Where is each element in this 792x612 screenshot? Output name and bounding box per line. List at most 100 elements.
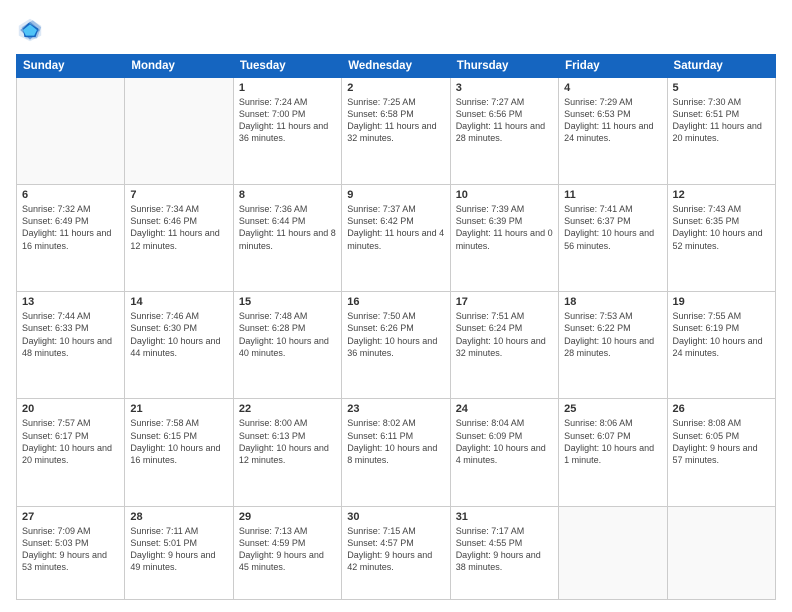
day-info: Daylight: 11 hours and 4 minutes. xyxy=(347,227,444,251)
day-header-thursday: Thursday xyxy=(450,55,558,78)
day-info: Daylight: 9 hours and 38 minutes. xyxy=(456,549,553,573)
day-info: Sunrise: 7:17 AM xyxy=(456,525,553,537)
day-info: Daylight: 10 hours and 24 minutes. xyxy=(673,335,770,359)
day-number: 16 xyxy=(347,296,444,308)
day-number: 6 xyxy=(22,189,119,201)
day-info: Sunset: 7:00 PM xyxy=(239,108,336,120)
day-number: 30 xyxy=(347,511,444,523)
day-number: 4 xyxy=(564,82,661,94)
logo-icon xyxy=(16,16,44,44)
day-number: 5 xyxy=(673,82,770,94)
day-info: Daylight: 10 hours and 8 minutes. xyxy=(347,442,444,466)
calendar-table: SundayMondayTuesdayWednesdayThursdayFrid… xyxy=(16,54,776,600)
week-row-3: 13Sunrise: 7:44 AMSunset: 6:33 PMDayligh… xyxy=(17,292,776,399)
day-header-sunday: Sunday xyxy=(17,55,125,78)
day-info: Sunset: 6:42 PM xyxy=(347,215,444,227)
day-number: 15 xyxy=(239,296,336,308)
day-info: Sunset: 4:59 PM xyxy=(239,537,336,549)
day-info: Daylight: 9 hours and 53 minutes. xyxy=(22,549,119,573)
day-info: Sunrise: 7:32 AM xyxy=(22,203,119,215)
day-number: 21 xyxy=(130,403,227,415)
day-info: Sunset: 6:58 PM xyxy=(347,108,444,120)
calendar-cell: 8Sunrise: 7:36 AMSunset: 6:44 PMDaylight… xyxy=(233,185,341,292)
calendar-cell: 17Sunrise: 7:51 AMSunset: 6:24 PMDayligh… xyxy=(450,292,558,399)
calendar-cell: 31 Sunrise: 7:17 AMSunset: 4:55 PMDayligh… xyxy=(450,506,558,600)
calendar-cell xyxy=(667,506,775,600)
day-info: Daylight: 10 hours and 1 minute. xyxy=(564,442,661,466)
calendar-cell: 23Sunrise: 8:02 AMSunset: 6:11 PMDayligh… xyxy=(342,399,450,506)
calendar-cell: 21Sunrise: 7:58 AMSunset: 6:15 PMDayligh… xyxy=(125,399,233,506)
calendar-cell: 9 Sunrise: 7:37 AMSunset: 6:42 PMDaylight… xyxy=(342,185,450,292)
day-number: 26 xyxy=(673,403,770,415)
page: SundayMondayTuesdayWednesdayThursdayFrid… xyxy=(0,0,792,612)
calendar-cell xyxy=(17,78,125,185)
day-info: Sunrise: 7:50 AM xyxy=(347,310,444,322)
day-info: Sunrise: 7:30 AM xyxy=(673,96,770,108)
day-info: Sunrise: 7:11 AM xyxy=(130,525,227,537)
day-info: Daylight: 9 hours and 42 minutes. xyxy=(347,549,444,573)
day-info: Sunrise: 7:37 AM xyxy=(347,203,444,215)
day-number: 12 xyxy=(673,189,770,201)
day-info: Sunrise: 7:46 AM xyxy=(130,310,227,322)
calendar-cell: 14Sunrise: 7:46 AMSunset: 6:30 PMDayligh… xyxy=(125,292,233,399)
day-info: Daylight: 11 hours and 24 minutes. xyxy=(564,120,661,144)
day-info: Daylight: 9 hours and 57 minutes. xyxy=(673,442,770,466)
day-info: Sunrise: 7:41 AM xyxy=(564,203,661,215)
calendar-cell: 4Sunrise: 7:29 AMSunset: 6:53 PMDaylight… xyxy=(559,78,667,185)
day-number: 10 xyxy=(456,189,553,201)
day-info: Daylight: 9 hours and 49 minutes. xyxy=(130,549,227,573)
calendar-cell: 28 Sunrise: 7:11 AMSunset: 5:01 PMDayligh… xyxy=(125,506,233,600)
day-info: Daylight: 11 hours and 32 minutes. xyxy=(347,120,444,144)
calendar-cell: 16Sunrise: 7:50 AMSunset: 6:26 PMDayligh… xyxy=(342,292,450,399)
day-info: Sunset: 6:09 PM xyxy=(456,430,553,442)
day-info: Sunset: 6:56 PM xyxy=(456,108,553,120)
day-info: Sunrise: 7:15 AM xyxy=(347,525,444,537)
day-number: 31 xyxy=(456,511,553,523)
calendar-cell xyxy=(559,506,667,600)
day-info: Daylight: 11 hours and 0 minutes. xyxy=(456,227,553,251)
calendar-cell: 10Sunrise: 7:39 AMSunset: 6:39 PMDayligh… xyxy=(450,185,558,292)
day-info: Sunset: 5:01 PM xyxy=(130,537,227,549)
day-number: 29 xyxy=(239,511,336,523)
calendar-cell xyxy=(125,78,233,185)
day-info: Sunrise: 7:34 AM xyxy=(130,203,227,215)
day-number: 9 xyxy=(347,189,444,201)
day-info: Sunrise: 7:55 AM xyxy=(673,310,770,322)
day-number: 20 xyxy=(22,403,119,415)
day-header-friday: Friday xyxy=(559,55,667,78)
day-info: Sunset: 6:19 PM xyxy=(673,322,770,334)
calendar-cell: 20Sunrise: 7:57 AMSunset: 6:17 PMDayligh… xyxy=(17,399,125,506)
day-info: Sunset: 5:03 PM xyxy=(22,537,119,549)
day-info: Sunrise: 7:36 AM xyxy=(239,203,336,215)
calendar-cell: 18Sunrise: 7:53 AMSunset: 6:22 PMDayligh… xyxy=(559,292,667,399)
day-info: Sunset: 6:26 PM xyxy=(347,322,444,334)
day-info: Daylight: 11 hours and 20 minutes. xyxy=(673,120,770,144)
day-info: Sunset: 6:53 PM xyxy=(564,108,661,120)
day-number: 22 xyxy=(239,403,336,415)
day-info: Sunrise: 7:39 AM xyxy=(456,203,553,215)
day-info: Sunset: 6:22 PM xyxy=(564,322,661,334)
day-info: Daylight: 11 hours and 36 minutes. xyxy=(239,120,336,144)
calendar-cell: 24Sunrise: 8:04 AMSunset: 6:09 PMDayligh… xyxy=(450,399,558,506)
day-header-saturday: Saturday xyxy=(667,55,775,78)
day-info: Sunrise: 7:44 AM xyxy=(22,310,119,322)
day-info: Daylight: 10 hours and 12 minutes. xyxy=(239,442,336,466)
header-row: SundayMondayTuesdayWednesdayThursdayFrid… xyxy=(17,55,776,78)
day-number: 17 xyxy=(456,296,553,308)
day-info: Daylight: 10 hours and 4 minutes. xyxy=(456,442,553,466)
day-info: Sunset: 4:55 PM xyxy=(456,537,553,549)
day-info: Daylight: 10 hours and 40 minutes. xyxy=(239,335,336,359)
day-number: 19 xyxy=(673,296,770,308)
day-info: Sunrise: 7:58 AM xyxy=(130,417,227,429)
day-number: 28 xyxy=(130,511,227,523)
calendar-cell: 19 Sunrise: 7:55 AMSunset: 6:19 PMDayligh… xyxy=(667,292,775,399)
day-info: Daylight: 9 hours and 45 minutes. xyxy=(239,549,336,573)
day-number: 1 xyxy=(239,82,336,94)
day-info: Sunset: 6:33 PM xyxy=(22,322,119,334)
week-row-1: 1Sunrise: 7:24 AMSunset: 7:00 PMDaylight… xyxy=(17,78,776,185)
day-info: Sunset: 6:07 PM xyxy=(564,430,661,442)
day-info: Sunset: 6:30 PM xyxy=(130,322,227,334)
calendar-cell: 7Sunrise: 7:34 AMSunset: 6:46 PMDaylight… xyxy=(125,185,233,292)
calendar-cell: 6Sunrise: 7:32 AMSunset: 6:49 PMDaylight… xyxy=(17,185,125,292)
day-info: Sunrise: 7:53 AM xyxy=(564,310,661,322)
